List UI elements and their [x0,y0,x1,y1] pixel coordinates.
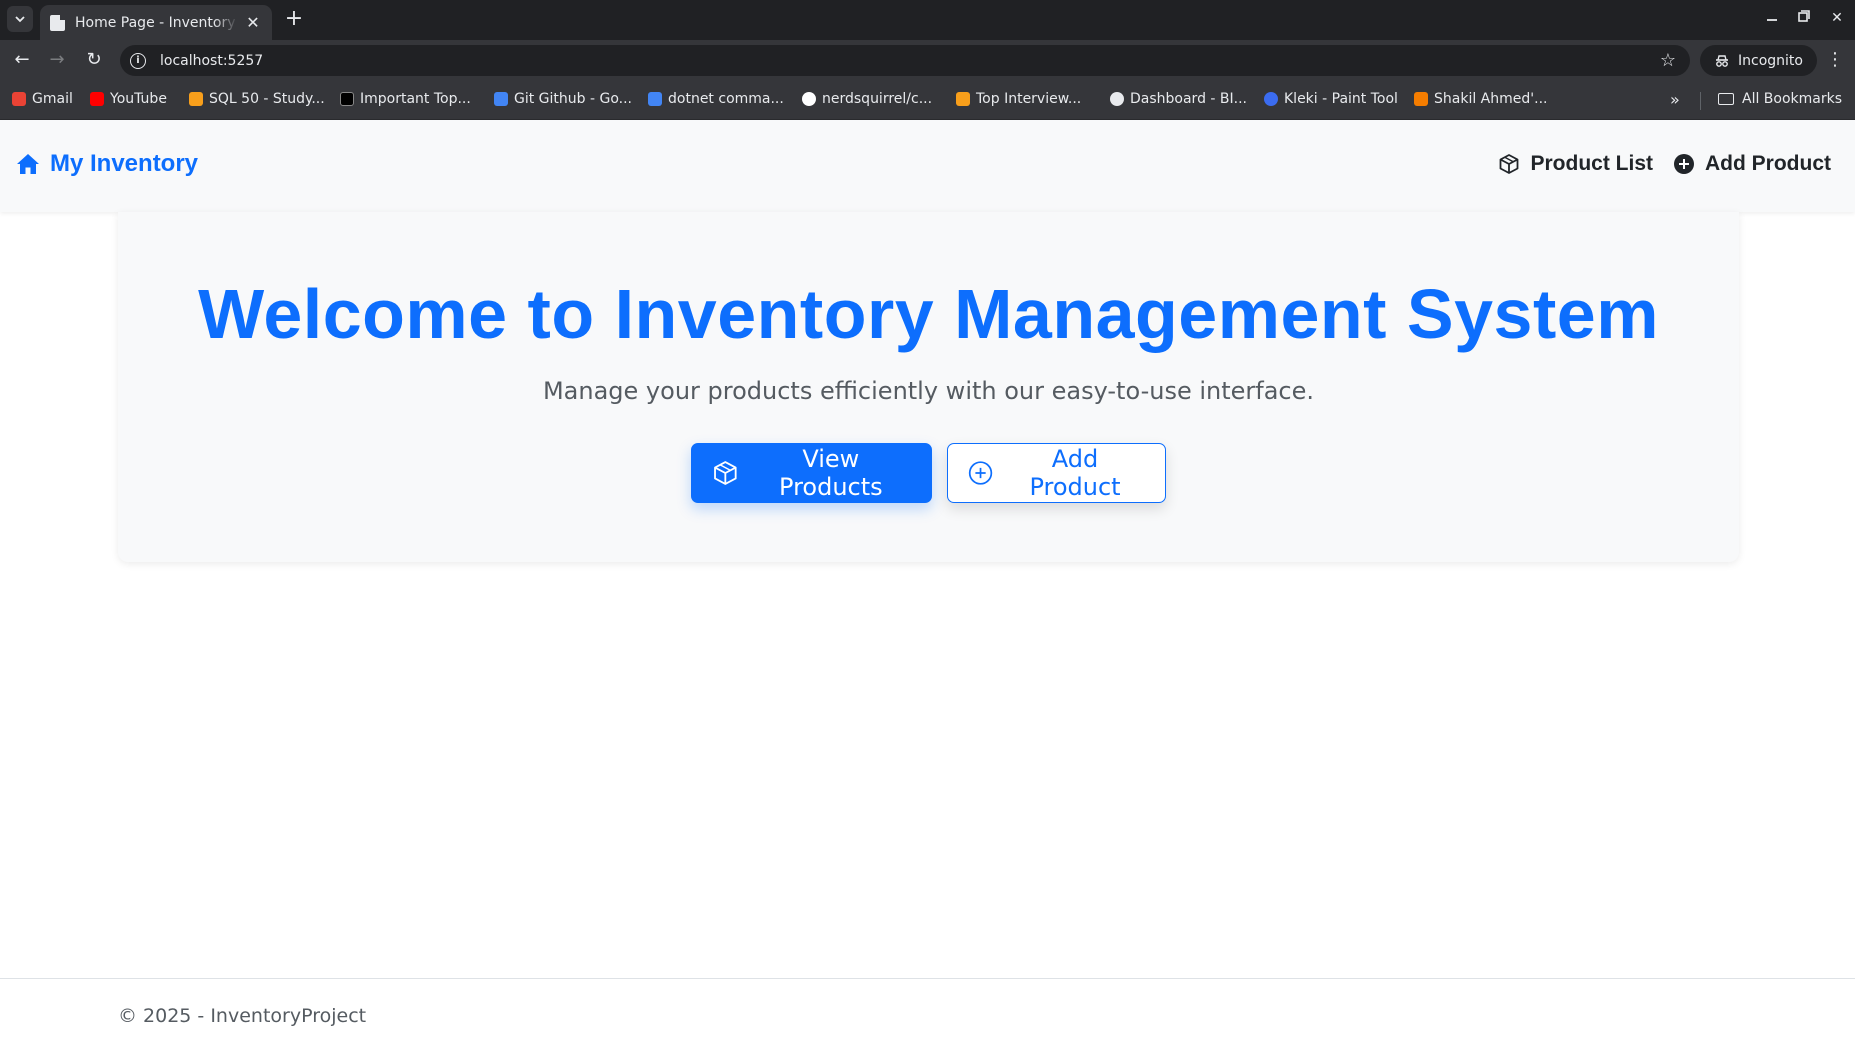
all-bookmarks-label: All Bookmarks [1742,91,1843,107]
bookmark-item[interactable]: Dashboard - BI... [1110,91,1247,107]
blogger-icon [1414,92,1428,106]
nav-product-list-label: Product List [1530,152,1653,175]
add-product-label: Add Product [1029,445,1121,501]
google-docs-icon [494,92,508,106]
plus-circle-icon [1674,154,1694,174]
restore-window-icon[interactable] [1794,10,1814,26]
back-arrow-icon[interactable]: ← [11,50,33,72]
url-text[interactable]: localhost:5257 [160,53,263,69]
incognito-indicator[interactable]: Incognito [1700,45,1817,76]
view-products-label: View Products [779,445,883,501]
bookmarks-divider [1700,92,1701,110]
nav-add-product[interactable]: Add Product [1673,152,1831,176]
footer-copyright: © 2025 - InventoryProject [118,1005,367,1027]
browser-menu-icon[interactable]: ⋮ [1826,49,1844,70]
reload-icon[interactable]: ↻ [83,50,105,72]
site-info-icon[interactable]: i [130,52,146,69]
site-footer: © 2025 - InventoryProject [0,978,1855,1053]
incognito-icon [1716,54,1728,67]
github-icon [802,92,816,106]
nav-links: Product List Add Product [1498,152,1831,176]
google-docs-icon [648,92,662,106]
hero-subtitle: Manage your products efficiently with ou… [542,377,1315,405]
bookmark-label: Top Interview... [976,91,1082,107]
brand-link[interactable]: My Inventory [16,150,198,178]
gmail-icon [12,92,26,106]
tab-title: Home Page - Inventory Management [75,14,238,31]
bookmark-item[interactable]: Shakil Ahmed'... [1414,91,1547,107]
close-tab-icon[interactable]: ✕ [244,13,262,32]
bookmark-item[interactable]: dotnet comma... [648,91,784,107]
medium-icon [340,92,354,106]
incognito-label: Incognito [1738,52,1803,69]
hero-buttons: View Products Add Product [118,443,1739,503]
bookmark-label: Kleki - Paint Tool [1284,91,1398,107]
bookmark-label: SQL 50 - Study... [209,91,325,107]
folder-icon [1718,93,1734,105]
view-products-button[interactable]: View Products [691,443,932,503]
bookmark-item[interactable]: nerdsquirrel/c... [802,91,932,107]
page-favicon-icon [50,14,65,31]
nav-product-list[interactable]: Product List [1498,152,1653,176]
kleki-icon [1264,92,1278,106]
box-icon [1500,154,1519,174]
leetcode-icon [189,92,203,106]
nav-add-product-label: Add Product [1705,152,1831,175]
add-product-button[interactable]: Add Product [947,443,1166,503]
bookmark-item[interactable]: Gmail [12,91,73,107]
brand-label: My Inventory [50,150,199,177]
bookmark-label: YouTube [110,91,167,107]
address-bar[interactable]: i localhost:5257 ☆ [120,45,1690,76]
browser-tabstrip: Home Page - Inventory Management ✕ + ✕ [0,0,1855,40]
bookmark-item[interactable]: Top Interview... [956,91,1081,107]
bookmark-item[interactable]: Git Github - Go... [494,91,632,107]
bookmark-item[interactable]: SQL 50 - Study... [189,91,325,107]
more-bookmarks-icon[interactable]: » [1670,90,1680,109]
minimize-window-icon[interactable] [1762,10,1782,26]
browser-tab-active[interactable]: Home Page - Inventory Management ✕ [40,5,272,40]
box-icon [714,461,737,485]
bookmark-label: Git Github - Go... [514,91,633,107]
bookmark-label: Important Top... [360,91,471,107]
hero-title: Welcome to Inventory Management System [198,275,1659,353]
leetcode-icon [956,92,970,106]
new-tab-button[interactable]: + [282,8,306,30]
tab-search-button[interactable] [7,6,33,32]
bookmark-label: nerdsquirrel/c... [822,91,933,107]
all-bookmarks-button[interactable]: All Bookmarks [1718,91,1842,107]
bookmark-star-icon[interactable]: ☆ [1660,50,1676,71]
hero-section: Welcome to Inventory Management System M… [118,212,1739,562]
bookmark-item[interactable]: YouTube [90,91,167,107]
home-icon [17,154,39,174]
bookmarks-bar: Gmail YouTube SQL 50 - Study... Importan… [0,80,1855,120]
bookmark-item[interactable]: Kleki - Paint Tool [1264,91,1398,107]
bookmark-label: Dashboard - BI... [1130,91,1247,107]
bookmark-label: dotnet comma... [668,91,784,107]
globe-icon [1110,92,1124,106]
close-window-icon[interactable]: ✕ [1827,10,1847,26]
plus-circle-icon [968,461,993,485]
bookmark-label: Shakil Ahmed'... [1434,91,1548,107]
forward-arrow-icon[interactable]: → [46,50,68,72]
bookmark-item[interactable]: Important Top... [340,91,471,107]
site-navbar: My Inventory Product List Add Product [0,120,1855,212]
browser-toolbar: ← → ↻ i localhost:5257 ☆ Incognito ⋮ [0,40,1855,80]
bookmark-label: Gmail [32,91,73,107]
chevron-down-icon [15,16,25,23]
youtube-icon [90,92,104,106]
